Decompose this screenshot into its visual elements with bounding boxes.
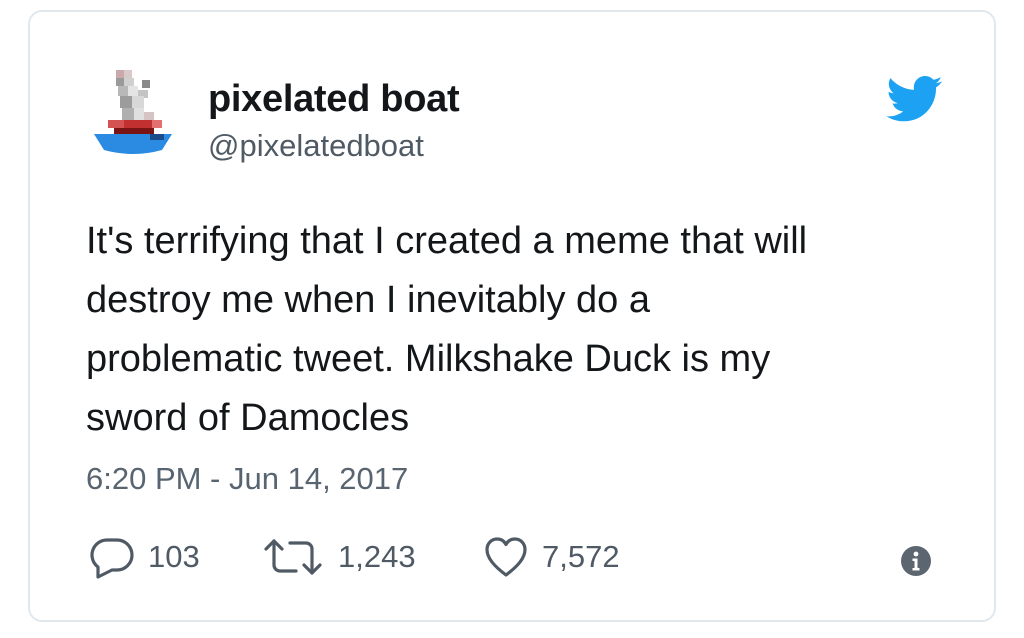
reply-icon xyxy=(90,538,134,579)
tweet-text-line: problematic tweet. Milkshake Duck is my xyxy=(86,338,771,380)
user-handle[interactable]: @pixelatedboat xyxy=(208,128,424,164)
display-name[interactable]: pixelated boat xyxy=(208,78,460,121)
twitter-bird-icon[interactable] xyxy=(886,76,944,122)
avatar[interactable] xyxy=(92,68,174,164)
info-icon[interactable] xyxy=(900,545,932,577)
tweet-text-line: It's terrifying that I created a meme th… xyxy=(86,220,808,262)
tweet-text-line: destroy me when I inevitably do a xyxy=(86,279,650,321)
like-count: 7,572 xyxy=(542,539,620,574)
tweet-text: It's terrifying that I created a meme th… xyxy=(86,212,946,448)
retweet-button[interactable]: 1,243 xyxy=(262,532,416,582)
heart-icon xyxy=(485,537,527,577)
reply-count: 103 xyxy=(148,539,200,574)
like-button[interactable]: 7,572 xyxy=(484,532,620,582)
retweet-count: 1,243 xyxy=(338,539,416,574)
reply-button[interactable]: 103 xyxy=(90,532,200,582)
tweet-timestamp[interactable]: 6:20 PM - Jun 14, 2017 xyxy=(86,461,408,497)
tweet-text-line: sword of Damocles xyxy=(86,397,410,439)
retweet-icon xyxy=(264,539,322,575)
